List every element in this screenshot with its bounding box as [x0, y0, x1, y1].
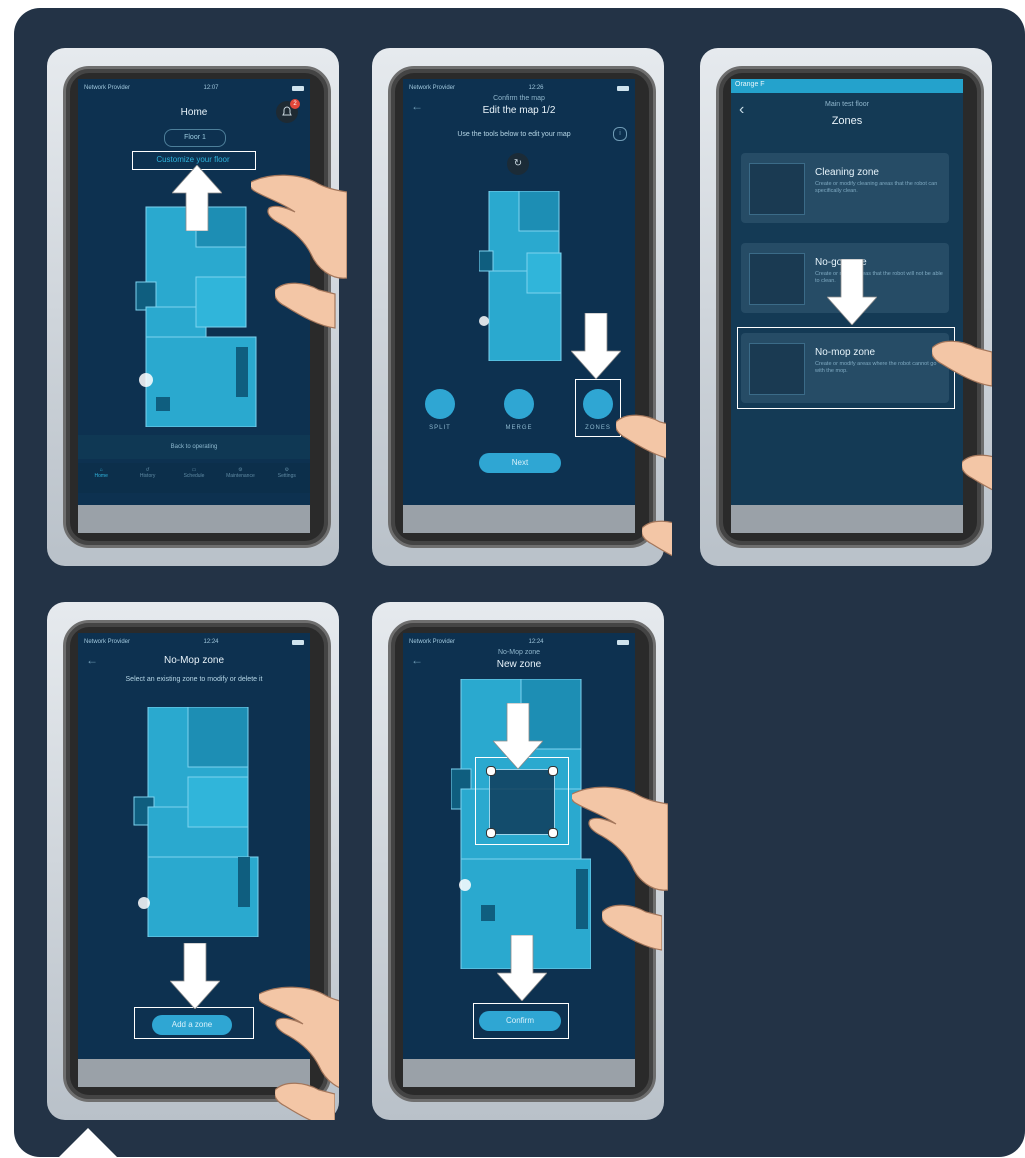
tab-history[interactable]: ↺ History [124, 463, 170, 493]
info-icon[interactable]: i [613, 127, 627, 141]
battery-icon [292, 85, 304, 91]
tab-bar: ⌂ Home ↺ History ▭ Schedule ⚙ Maintenance ⚙ S… [78, 463, 310, 493]
clock: 12:24 [203, 639, 219, 645]
next-button[interactable]: Next [479, 453, 561, 473]
status-bar: Network Provider 12:24 [409, 637, 629, 647]
phone-frame: Network Provider 12:26 ← Confirm the map… [388, 66, 656, 548]
page-title: New zone [496, 659, 542, 670]
floor-map[interactable] [126, 197, 266, 427]
merge-icon[interactable] [504, 389, 534, 419]
pointing-hand [572, 786, 668, 891]
instruction-text: Select an existing zone to modify or del… [125, 676, 263, 683]
zone-desc: Create or modify cleaning areas that the… [815, 181, 938, 194]
clock: 12:24 [528, 639, 544, 645]
panel-pointer [58, 1128, 118, 1158]
carrier-label: Orange F [735, 81, 765, 88]
step-card-4: Network Provider 12:24 ← No-Mop zone Sel… [47, 602, 339, 1120]
instruction-text: Use the tools below to edit your map [457, 131, 571, 138]
status-bar: Network Provider 12:07 [84, 83, 304, 93]
pointing-hand [251, 174, 347, 279]
floor-map[interactable] [128, 707, 268, 937]
clean-status-bar: Back to operating [78, 435, 310, 459]
battery-icon [617, 85, 629, 91]
hand-fingers [642, 520, 672, 558]
step-card-3: Orange F ‹ Main test floor Zones Cleanin… [700, 48, 992, 566]
hand-fingers [962, 454, 992, 496]
phone-chin [731, 505, 963, 533]
tab-home[interactable]: ⌂ Home [78, 463, 124, 493]
carrier-label: Network Provider [409, 639, 456, 645]
phone-screen: Orange F ‹ Main test floor Zones Cleanin… [731, 79, 963, 505]
arrow-down-icon [571, 313, 621, 379]
carrier-label: Network Provider [84, 85, 131, 91]
highlight-box [737, 327, 955, 409]
arrow-up-icon [172, 165, 222, 231]
floor-map[interactable] [479, 191, 569, 361]
zone-card-cleaning[interactable]: Cleaning zone Create or modify cleaning … [741, 153, 949, 223]
pointing-hand [616, 414, 666, 461]
hand-fingers [602, 904, 662, 951]
step-card-5: Network Provider 12:24 ← No-Mop zone New… [372, 602, 668, 1120]
step-card-1: Network Provider 12:07 Home 2 Floor 1 Cu… [47, 48, 347, 566]
page-title: Edit the map 1/2 [482, 105, 556, 116]
pointing-hand [932, 340, 992, 387]
phone-frame: Orange F ‹ Main test floor Zones Cleanin… [716, 66, 984, 548]
cleaning-zone-icon [749, 163, 805, 215]
page-subtitle: Confirm the map [493, 95, 545, 102]
no-go-zone-icon [749, 253, 805, 305]
page-title: No-Mop zone [163, 655, 225, 666]
status-bar: Orange F [731, 79, 963, 93]
status-bar: Network Provider 12:24 [84, 637, 304, 647]
highlight-box [134, 1007, 254, 1039]
split-label: SPLIT [429, 425, 451, 431]
tab-schedule[interactable]: ▭ Schedule [171, 463, 217, 493]
phone-screen: Network Provider 12:26 ← Confirm the map… [403, 79, 635, 505]
hand-fingers [275, 282, 336, 329]
tab-settings[interactable]: ⚙ Settings [264, 463, 310, 493]
bell-icon[interactable]: 2 [276, 99, 300, 123]
page-subtitle: No-Mop zone [497, 649, 541, 656]
arrow-down-icon [493, 703, 543, 769]
carrier-label: Network Provider [84, 639, 131, 645]
phone-chin [78, 505, 310, 533]
tab-maintenance[interactable]: ⚙ Maintenance [217, 463, 263, 493]
step-card-2: Network Provider 12:26 ← Confirm the map… [372, 48, 672, 566]
rotate-icon[interactable]: ↻ [507, 153, 529, 175]
battery-icon [617, 639, 629, 645]
carrier-label: Network Provider [409, 85, 456, 91]
hand-fingers [275, 1082, 335, 1120]
arrow-down-icon [827, 259, 877, 325]
page-title: Zones [831, 115, 863, 127]
clock: 12:07 [203, 85, 219, 91]
split-icon[interactable] [425, 389, 455, 419]
page-subtitle: Main test floor [825, 101, 869, 108]
highlight-box [575, 379, 621, 437]
highlight-box [473, 1003, 569, 1039]
highlight-box [475, 757, 569, 845]
status-bar: Network Provider 12:26 [409, 83, 629, 93]
phone-chin [403, 1059, 635, 1087]
floor-selector[interactable]: Floor 1 [164, 129, 226, 147]
battery-icon [292, 639, 304, 645]
clock: 12:26 [528, 85, 544, 91]
pointing-hand [259, 986, 339, 1090]
arrow-down-icon [497, 935, 547, 1001]
merge-label: MERGE [505, 425, 533, 431]
notification-badge: 2 [290, 99, 300, 109]
phone-chin [403, 505, 635, 533]
zone-title: Cleaning zone [815, 167, 879, 178]
arrow-down-icon [170, 943, 220, 1009]
